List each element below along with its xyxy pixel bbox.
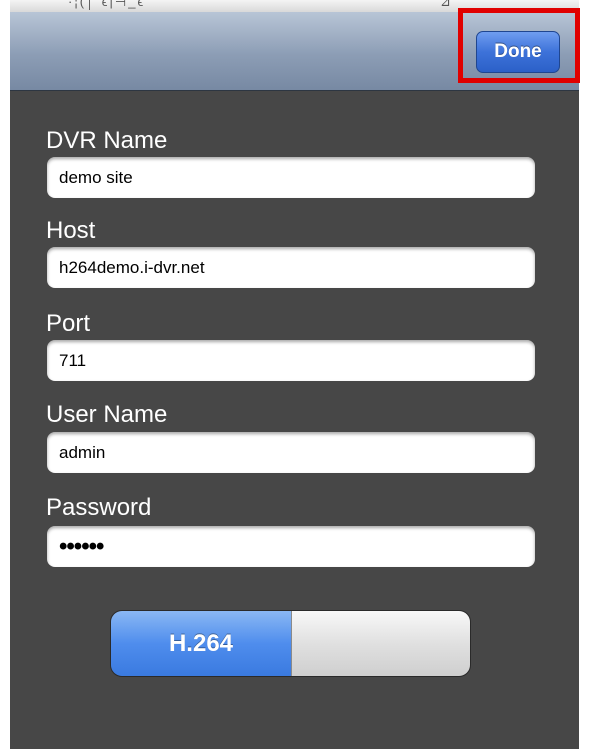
port-field[interactable]: 711 (47, 340, 535, 381)
port-label: Port (46, 310, 91, 337)
host-label: Host (46, 217, 96, 244)
host-field[interactable]: h264demo.i-dvr.net (47, 247, 535, 288)
status-bar-fragment-right: ⊿ (440, 0, 453, 9)
password-label: Password (46, 494, 152, 521)
user-name-field[interactable]: admin (47, 432, 535, 473)
dvr-name-field[interactable]: demo site (47, 157, 535, 198)
user-name-label: User Name (46, 401, 168, 428)
status-bar-fragment: ·¦(│ ϵ|⊣_ϵ (68, 0, 146, 9)
toggle-knob[interactable] (291, 611, 470, 676)
navigation-bar: Done (10, 12, 579, 91)
toggle-on-label: H.264 (111, 611, 291, 676)
dvr-name-label: DVR Name (46, 127, 168, 154)
app-screen: ·¦(│ ϵ|⊣_ϵ ⊿ Done DVR Name demo site Hos… (10, 0, 579, 749)
password-field[interactable]: •••••• (47, 526, 535, 567)
status-bar: ·¦(│ ϵ|⊣_ϵ ⊿ (10, 0, 579, 12)
h264-toggle-switch[interactable]: H.264 (110, 610, 471, 677)
done-button[interactable]: Done (476, 31, 560, 73)
